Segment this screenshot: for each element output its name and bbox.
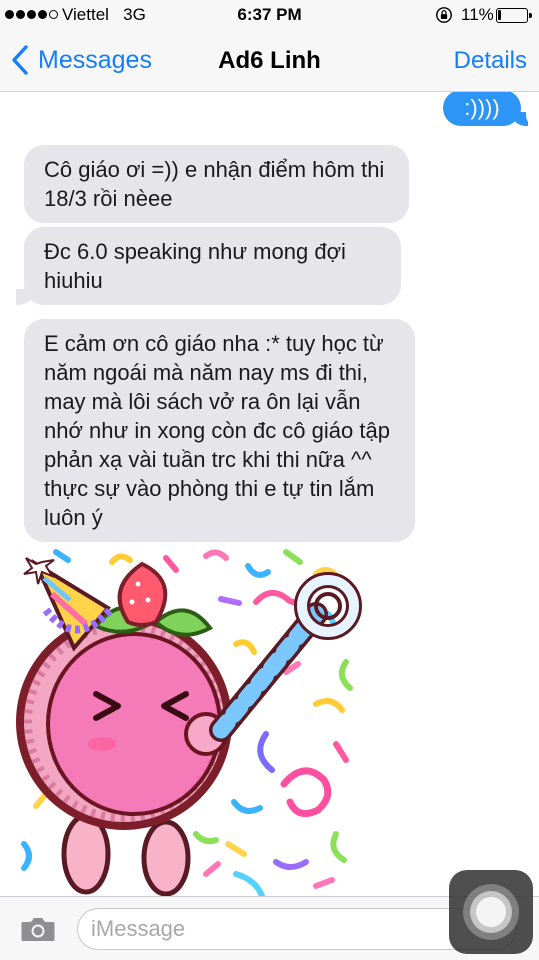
message-text: Đc 6.0 speaking như mong đợi hiuhiu: [44, 239, 346, 293]
message-text: E cảm ơn cô giáo nha :* tuy học từ năm n…: [44, 331, 390, 530]
incoming-message[interactable]: Cô giáo ơi =)) e nhận điểm hôm thi 18/3 …: [24, 145, 409, 223]
clock: 6:37 PM: [237, 5, 302, 24]
incoming-message[interactable]: E cảm ơn cô giáo nha :* tuy học từ năm n…: [24, 319, 415, 542]
message-list[interactable]: :)))) Cô giáo ơi =)) e nhận điểm hôm thi…: [0, 92, 539, 896]
assistive-touch-icon[interactable]: [449, 870, 533, 954]
rotation-lock-icon: [436, 7, 452, 23]
navigation-bar: Messages Ad6 Linh Details: [0, 30, 539, 92]
message-text: :)))): [464, 95, 500, 120]
battery-percent: 11%: [461, 5, 494, 24]
sticker-image[interactable]: [16, 544, 366, 896]
outgoing-message[interactable]: :)))): [443, 92, 539, 127]
peach-character: [16, 557, 362, 896]
incoming-message[interactable]: Đc 6.0 speaking như mong đợi hiuhiu: [4, 227, 401, 306]
battery-icon: [496, 8, 532, 23]
message-text: Cô giáo ơi =)) e nhận điểm hôm thi 18/3 …: [44, 157, 385, 211]
status-bar: Viettel 3G 6:37 PM 11%: [0, 0, 539, 30]
camera-icon[interactable]: [20, 915, 56, 943]
details-button[interactable]: Details: [454, 47, 527, 75]
